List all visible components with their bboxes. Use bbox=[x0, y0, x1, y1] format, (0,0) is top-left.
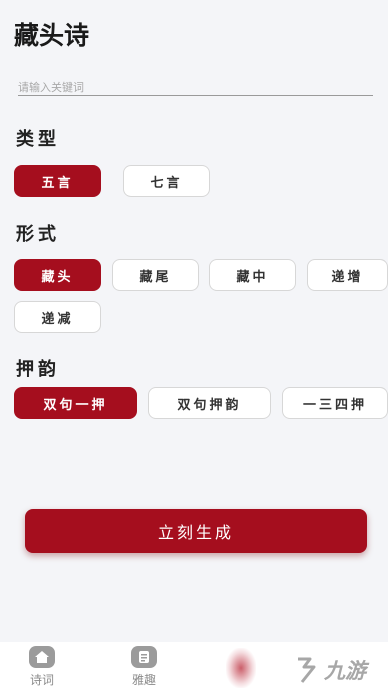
search-field[interactable] bbox=[18, 76, 373, 97]
home-icon bbox=[29, 646, 55, 668]
watermark-logo-icon bbox=[298, 657, 316, 683]
blurred-tab-icon bbox=[226, 648, 256, 688]
form-option-decreasing[interactable]: 递减 bbox=[14, 301, 101, 333]
rhyme-option-double[interactable]: 双句押韵 bbox=[148, 387, 271, 419]
form-option-increasing[interactable]: 递增 bbox=[307, 259, 388, 291]
type-option-seven-char[interactable]: 七言 bbox=[123, 165, 210, 197]
rhyme-option-one-three-four[interactable]: 一三四押 bbox=[282, 387, 388, 419]
rhyme-section-title: 押韵 bbox=[16, 359, 60, 380]
tab-poems[interactable]: 诗词 bbox=[12, 646, 72, 690]
search-input[interactable] bbox=[18, 78, 373, 97]
watermark-text: 九游 bbox=[324, 659, 366, 683]
form-option-head[interactable]: 藏头 bbox=[14, 259, 101, 291]
form-option-middle[interactable]: 藏中 bbox=[209, 259, 296, 291]
form-option-tail[interactable]: 藏尾 bbox=[112, 259, 199, 291]
watermark: 九游 bbox=[292, 650, 388, 690]
tab-poems-label: 诗词 bbox=[29, 673, 54, 687]
form-section-title: 形式 bbox=[16, 224, 60, 245]
rhyme-option-double-one[interactable]: 双句一押 bbox=[14, 387, 137, 419]
document-icon bbox=[131, 646, 157, 668]
generate-button[interactable]: 立刻生成 bbox=[25, 509, 367, 553]
tab-interests-label: 雅趣 bbox=[131, 673, 156, 687]
tab-interests[interactable]: 雅趣 bbox=[114, 646, 174, 690]
type-option-five-char[interactable]: 五言 bbox=[14, 165, 101, 197]
page-title: 藏头诗 bbox=[14, 21, 90, 50]
type-section-title: 类型 bbox=[16, 129, 60, 150]
